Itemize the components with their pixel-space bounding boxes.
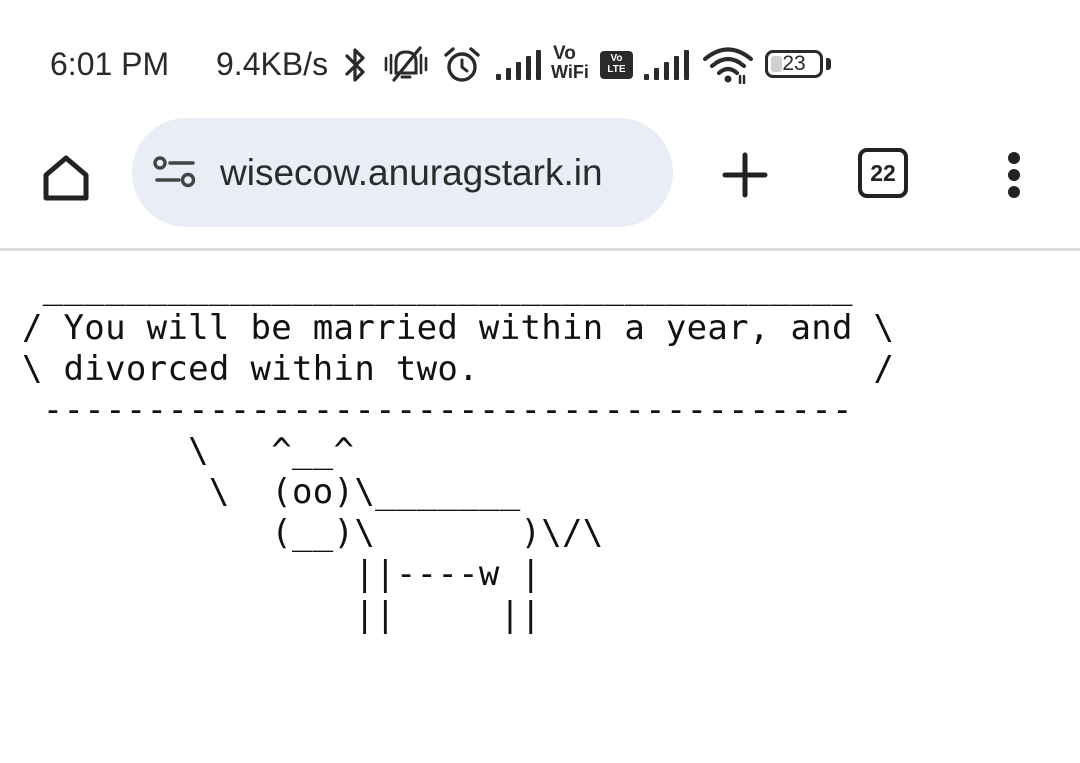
home-icon [43, 155, 89, 201]
volte-icon: Vo LTE [600, 51, 633, 79]
address-bar[interactable]: wisecow.anuragstark.in [132, 118, 673, 227]
signal-icon [642, 48, 692, 82]
status-time: 6:01 PM [50, 46, 170, 82]
vowifi-top-label: Vo [553, 43, 576, 64]
signal-icon [494, 48, 544, 82]
new-tab-button[interactable] [712, 142, 778, 208]
overflow-menu-button[interactable] [990, 142, 1038, 208]
site-controls-button[interactable] [152, 152, 198, 192]
web-page-content: _______________________________________ … [0, 251, 1080, 763]
browser-toolbar: wisecow.anuragstark.in 22 [0, 110, 1080, 250]
vowifi-bottom-label: WiFi [551, 62, 589, 82]
vowifi-icon: Vo WiFi [551, 44, 595, 84]
home-button[interactable] [30, 142, 102, 214]
battery-tip [826, 58, 831, 70]
plus-icon [722, 152, 768, 198]
tab-count: 22 [858, 148, 908, 198]
wifi-icon [702, 46, 754, 84]
alarm-icon [442, 45, 482, 85]
battery-icon: 23 [765, 50, 823, 78]
tune-icon [153, 156, 196, 188]
vibrate-muted-icon [382, 44, 430, 84]
tab-switcher-button[interactable]: 22 [852, 142, 914, 204]
volte-bottom-label: LTE [607, 64, 626, 75]
more-vert-icon [1008, 152, 1020, 198]
cowsay-output: _______________________________________ … [22, 267, 895, 635]
battery-level-label: 23 [782, 52, 806, 75]
bluetooth-icon [342, 46, 370, 84]
network-speed: 9.4KB/s [216, 46, 329, 82]
status-bar: 6:01 PM 9.4KB/s Vo WiFi Vo LTE 23 [0, 0, 1080, 120]
url-text[interactable]: wisecow.anuragstark.in [220, 151, 603, 195]
volte-top-label: Vo [610, 53, 623, 64]
